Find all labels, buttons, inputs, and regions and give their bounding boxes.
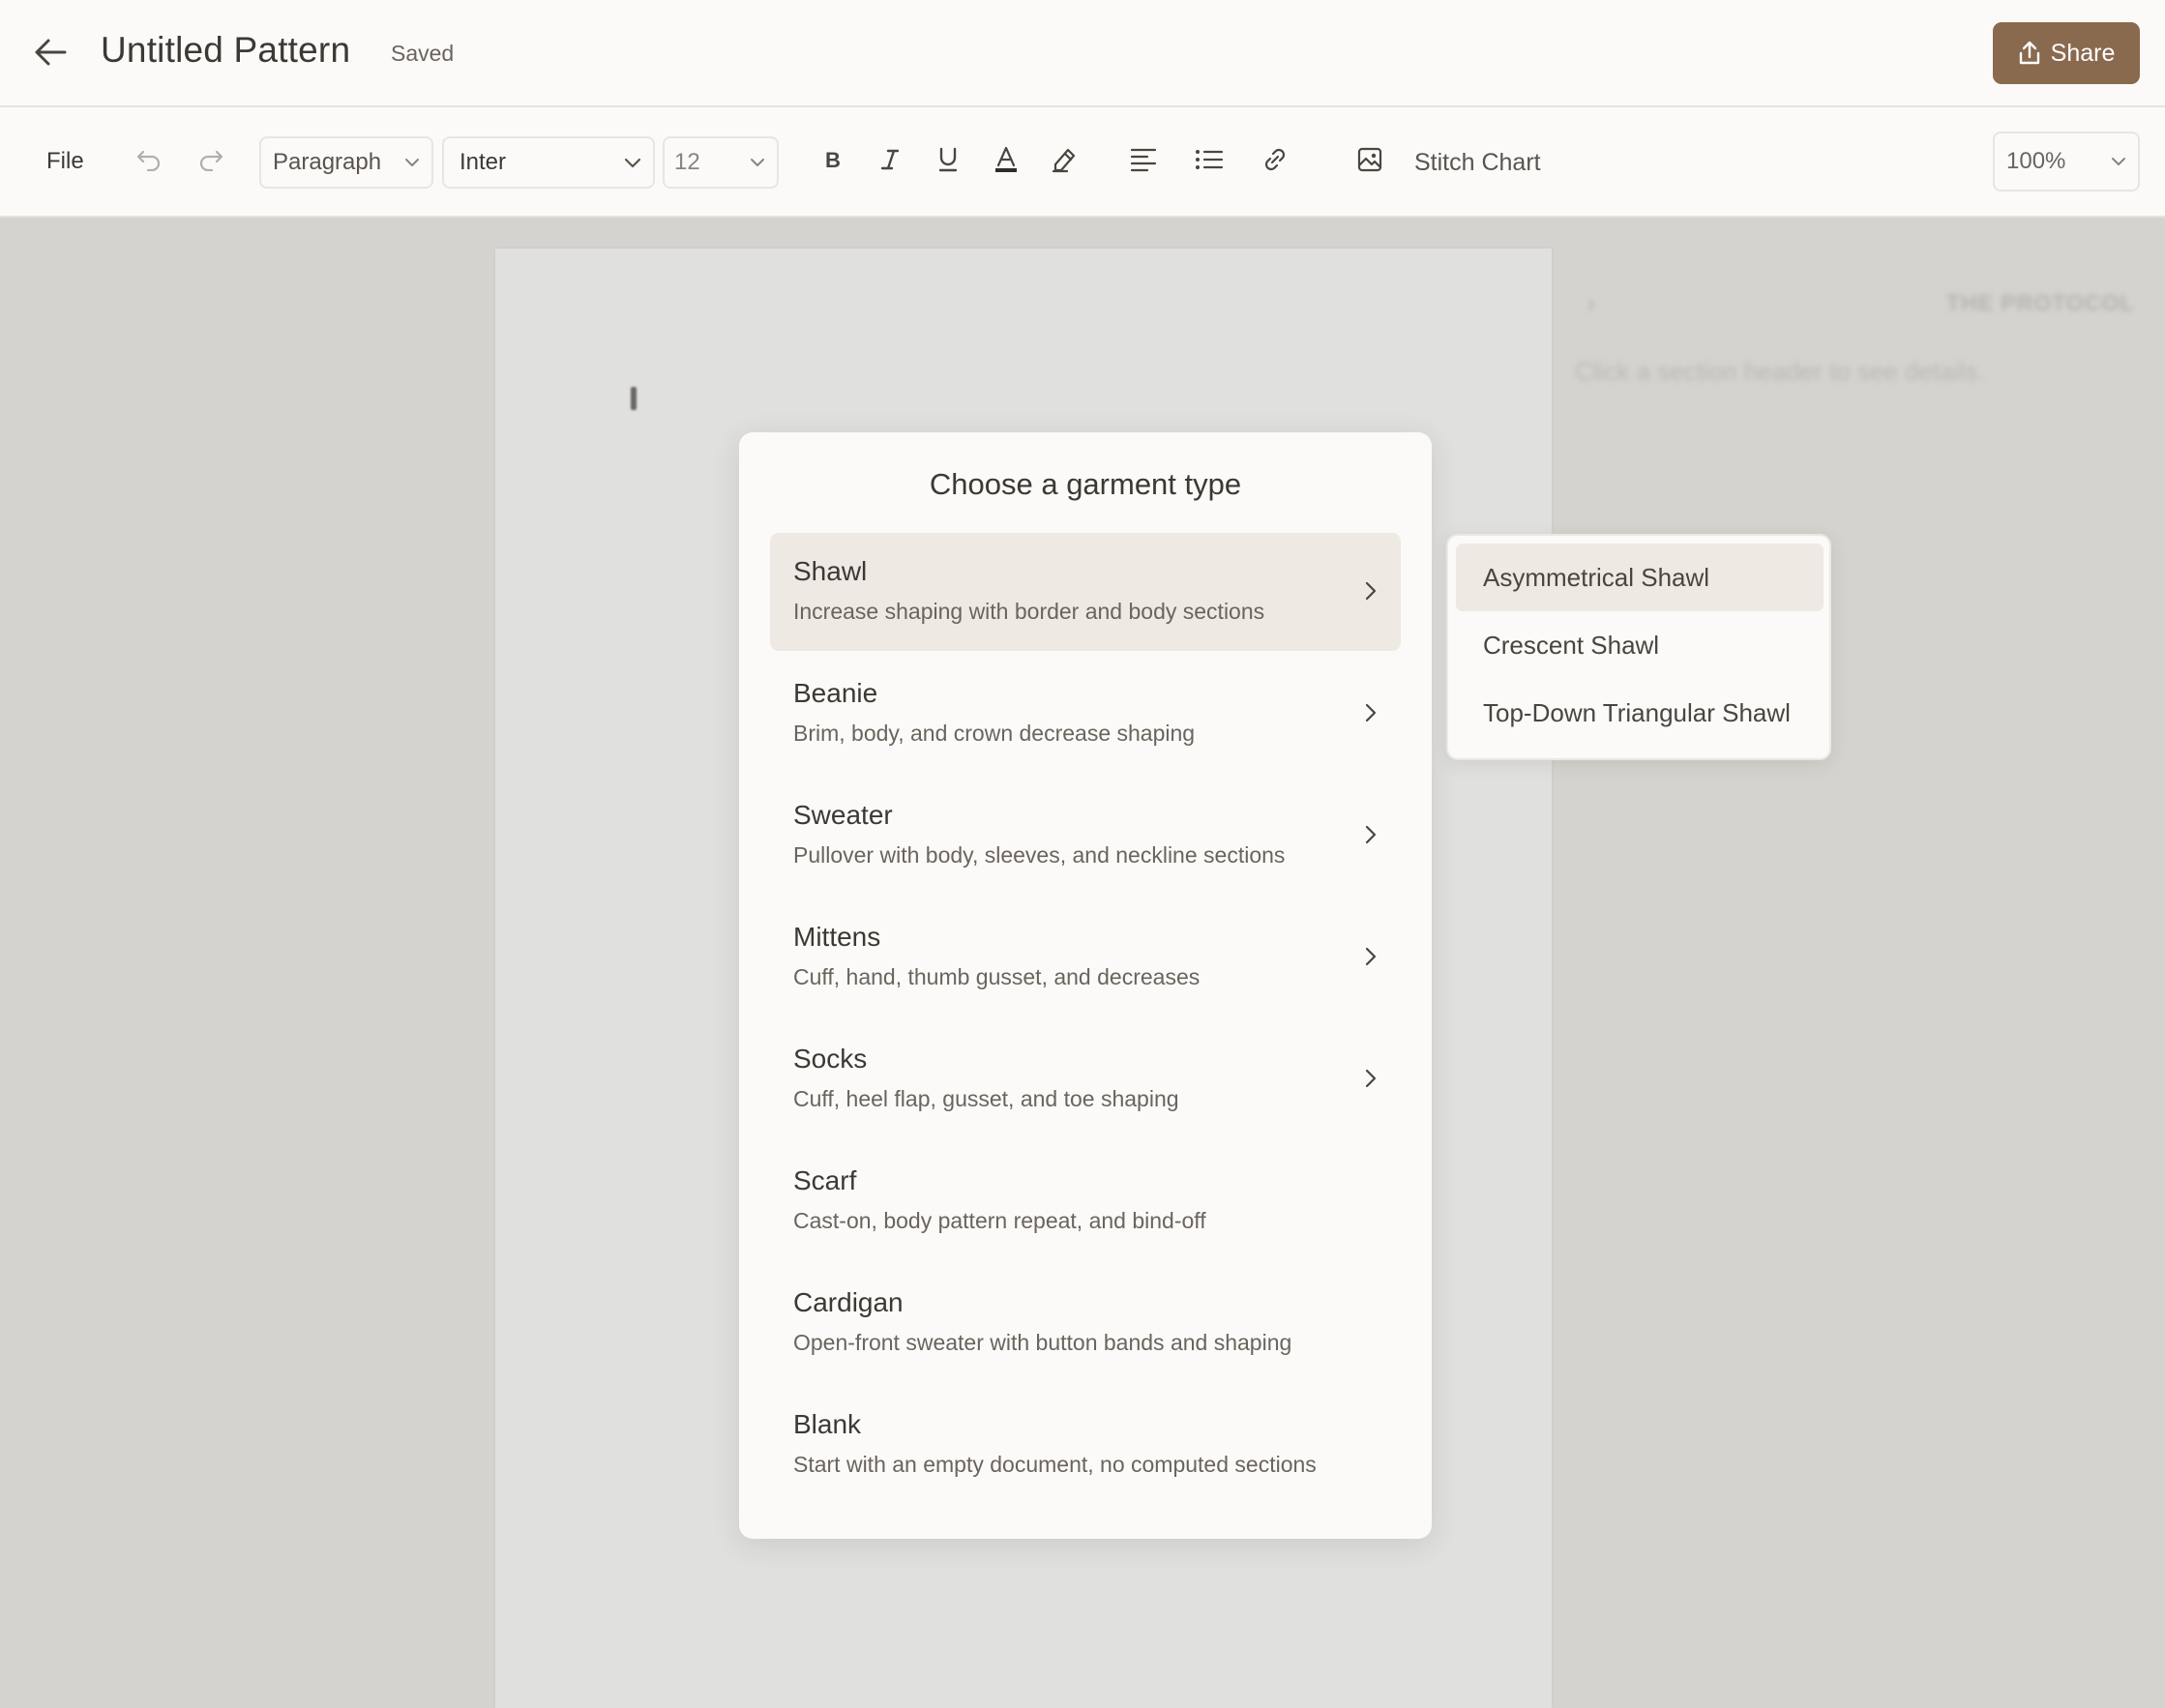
share-icon — [2018, 41, 2041, 66]
underline-icon[interactable] — [929, 140, 967, 179]
chevron-right-icon — [1358, 700, 1383, 725]
svg-text:B: B — [825, 148, 841, 171]
option-name: Mittens — [793, 922, 881, 952]
stitch-chart-button[interactable]: Stitch Chart — [1414, 149, 1541, 177]
text-color-icon[interactable] — [987, 140, 1025, 179]
block-style-value: Paragraph — [273, 149, 382, 175]
submenu-item-top-down-triangular-shawl[interactable]: Top-Down Triangular Shawl — [1456, 679, 1824, 747]
option-name: Shawl — [793, 556, 868, 586]
option-name: Sweater — [793, 800, 893, 830]
option-description: Increase shaping with border and body se… — [793, 599, 1265, 624]
side-panel-title: THE PROTOCOL — [1946, 290, 2135, 315]
top-bar: Untitled Pattern Saved Share — [0, 0, 2165, 107]
chevron-down-icon — [2111, 157, 2126, 166]
chevron-right-icon: › — [1587, 288, 1596, 318]
share-label: Share — [2050, 39, 2116, 67]
chevron-down-icon — [404, 158, 420, 167]
option-name: Cardigan — [793, 1287, 904, 1317]
shawl-submenu: Asymmetrical Shawl Crescent Shawl Top-Do… — [1446, 534, 1831, 760]
font-family-select[interactable]: Inter — [442, 136, 655, 189]
bold-icon[interactable]: B — [813, 140, 851, 179]
option-description: Pullover with body, sleeves, and necklin… — [793, 842, 1286, 868]
garment-option-blank[interactable]: Blank Start with an empty document, no c… — [770, 1386, 1401, 1504]
font-size-value: 12 — [674, 149, 700, 175]
link-icon[interactable] — [1256, 140, 1294, 179]
garment-option-shawl[interactable]: Shawl Increase shaping with border and b… — [770, 533, 1401, 651]
share-button[interactable]: Share — [1993, 22, 2140, 84]
chevron-down-icon — [750, 158, 765, 167]
option-name: Scarf — [793, 1165, 857, 1195]
chevron-right-icon — [1358, 822, 1383, 847]
bullet-list-icon[interactable] — [1190, 140, 1229, 179]
chevron-right-icon — [1358, 944, 1383, 969]
undo-icon[interactable] — [130, 140, 168, 179]
font-family-value: Inter — [460, 149, 507, 175]
option-name: Blank — [793, 1409, 862, 1439]
back-arrow-icon[interactable] — [29, 31, 72, 74]
option-description: Cast-on, body pattern repeat, and bind-o… — [793, 1208, 1206, 1233]
chevron-down-icon — [624, 158, 641, 168]
document-title[interactable]: Untitled Pattern — [101, 30, 350, 71]
garment-option-scarf[interactable]: Scarf Cast-on, body pattern repeat, and … — [770, 1142, 1401, 1260]
align-left-icon[interactable] — [1124, 140, 1163, 179]
chevron-right-icon — [1358, 578, 1383, 604]
save-status: Saved — [391, 41, 455, 66]
option-description: Open-front sweater with button bands and… — [793, 1330, 1292, 1355]
side-panel-hint: Click a section header to see details. — [1575, 357, 1985, 386]
option-name: Socks — [793, 1044, 868, 1074]
highlight-icon[interactable] — [1045, 140, 1083, 179]
garment-option-beanie[interactable]: Beanie Brim, body, and crown decrease sh… — [770, 655, 1401, 773]
formatting-toolbar: File Paragraph Inter 12 B Stitch Chart 1… — [0, 107, 2165, 218]
font-size-select[interactable]: 12 — [663, 136, 779, 189]
zoom-value: 100% — [2006, 148, 2066, 174]
chevron-right-icon — [1358, 1066, 1383, 1091]
option-description: Start with an empty document, no compute… — [793, 1452, 1317, 1477]
garment-option-socks[interactable]: Socks Cuff, heel flap, gusset, and toe s… — [770, 1020, 1401, 1138]
garment-option-sweater[interactable]: Sweater Pullover with body, sleeves, and… — [770, 777, 1401, 895]
zoom-select[interactable]: 100% — [1993, 132, 2140, 191]
garment-type-dialog: Choose a garment type Shawl Increase sha… — [739, 432, 1432, 1539]
text-cursor — [631, 387, 637, 410]
redo-icon[interactable] — [192, 140, 230, 179]
option-description: Cuff, hand, thumb gusset, and decreases — [793, 964, 1201, 989]
option-description: Brim, body, and crown decrease shaping — [793, 721, 1196, 746]
submenu-item-crescent-shawl[interactable]: Crescent Shawl — [1456, 611, 1824, 679]
garment-option-mittens[interactable]: Mittens Cuff, hand, thumb gusset, and de… — [770, 898, 1401, 1016]
option-name: Beanie — [793, 678, 878, 708]
block-style-select[interactable]: Paragraph — [259, 136, 433, 189]
image-icon[interactable] — [1350, 140, 1389, 179]
file-menu[interactable]: File — [46, 148, 84, 175]
dialog-title: Choose a garment type — [929, 467, 1242, 501]
garment-option-cardigan[interactable]: Cardigan Open-front sweater with button … — [770, 1264, 1401, 1382]
option-description: Cuff, heel flap, gusset, and toe shaping — [793, 1086, 1179, 1111]
submenu-item-asymmetrical-shawl[interactable]: Asymmetrical Shawl — [1456, 544, 1824, 611]
italic-icon[interactable] — [871, 140, 909, 179]
